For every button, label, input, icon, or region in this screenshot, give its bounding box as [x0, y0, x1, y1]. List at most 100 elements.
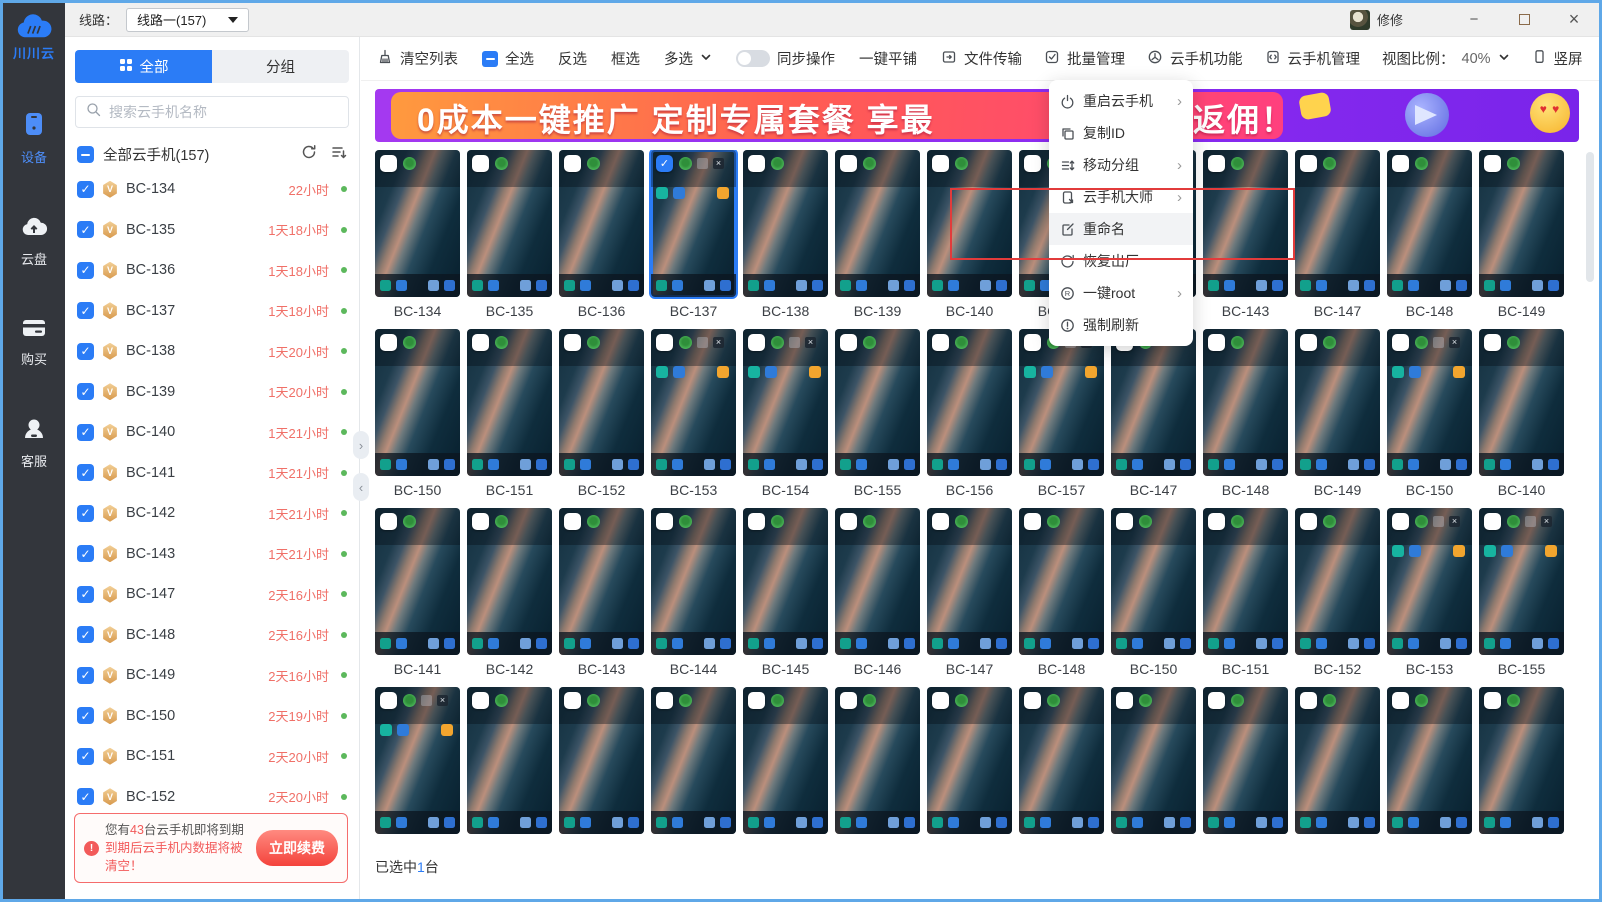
device-checkbox-checked[interactable]: ✓: [77, 505, 94, 522]
device-row-BC-139[interactable]: ✓VBC-1391天20小时: [77, 372, 347, 413]
phone-screen[interactable]: [1479, 150, 1564, 297]
card-checkbox[interactable]: [472, 334, 489, 351]
phone-card[interactable]: [559, 687, 644, 848]
sidebar-item-客服[interactable]: 客服: [20, 416, 48, 470]
phone-card-BC-148[interactable]: BC-148: [1387, 150, 1472, 320]
card-checkbox[interactable]: [1116, 513, 1133, 530]
device-row-BC-140[interactable]: ✓VBC-1401天21小时: [77, 412, 347, 453]
phone-screen[interactable]: [467, 150, 552, 297]
phone-card[interactable]: [1387, 687, 1472, 848]
phone-screen[interactable]: [1203, 150, 1288, 297]
card-checkbox[interactable]: [840, 155, 857, 172]
phone-screen[interactable]: [375, 329, 460, 476]
phone-card-BC-140[interactable]: BC-140: [927, 150, 1012, 320]
phone-screen[interactable]: [1111, 508, 1196, 655]
card-checkbox[interactable]: [1024, 692, 1041, 709]
phone-card[interactable]: [1019, 687, 1104, 848]
card-checkbox[interactable]: [1208, 155, 1225, 172]
phone-screen[interactable]: ×: [651, 329, 736, 476]
card-checkbox[interactable]: [1300, 334, 1317, 351]
phone-card[interactable]: [651, 687, 736, 848]
card-checkbox[interactable]: [472, 513, 489, 530]
card-checkbox[interactable]: [656, 513, 673, 530]
card-checkbox[interactable]: [932, 334, 949, 351]
phone-card-BC-151[interactable]: BC-151: [467, 329, 552, 499]
batch-manage-button[interactable]: 批量管理: [1044, 48, 1125, 69]
view-scale-dropdown[interactable]: 视图比例： 40%: [1382, 48, 1510, 69]
phone-card-BC-140[interactable]: BC-140: [1479, 329, 1564, 499]
card-checkbox[interactable]: [840, 692, 857, 709]
tab-all[interactable]: 全部: [75, 50, 212, 83]
close-button[interactable]: ×: [1549, 3, 1599, 37]
phone-screen[interactable]: ×: [743, 329, 828, 476]
phone-card-BC-142[interactable]: BC-142: [467, 508, 552, 678]
card-checkbox[interactable]: [564, 155, 581, 172]
device-checkbox-checked[interactable]: ✓: [77, 302, 94, 319]
card-checkbox[interactable]: [564, 513, 581, 530]
phone-card-BC-141[interactable]: BC-141: [375, 508, 460, 678]
phone-card[interactable]: ×: [375, 687, 460, 848]
phone-card[interactable]: [467, 687, 552, 848]
phone-card-BC-149[interactable]: BC-149: [1295, 329, 1380, 499]
device-row-BC-147[interactable]: ✓VBC-1472天16小时: [77, 574, 347, 615]
phone-card-BC-139[interactable]: BC-139: [835, 150, 920, 320]
menu-item-restart[interactable]: 重启云手机›: [1049, 85, 1193, 117]
phone-screen[interactable]: [835, 329, 920, 476]
phone-screen[interactable]: [1111, 329, 1196, 476]
device-row-BC-138[interactable]: ✓VBC-1381天20小时: [77, 331, 347, 372]
phone-card-BC-135[interactable]: BC-135: [467, 150, 552, 320]
maximize-button[interactable]: [1499, 3, 1549, 37]
phone-card-BC-154[interactable]: ×BC-154: [743, 329, 828, 499]
card-checkbox[interactable]: [1024, 155, 1041, 172]
select-all-button[interactable]: 全选: [482, 48, 534, 69]
phone-screen[interactable]: [651, 687, 736, 834]
clear-list-button[interactable]: 清空列表: [377, 48, 458, 69]
phone-card-BC-156[interactable]: BC-156: [927, 329, 1012, 499]
card-checkbox[interactable]: [380, 692, 397, 709]
menu-item-move-group[interactable]: 移动分组›: [1049, 149, 1193, 181]
portrait-mode-button[interactable]: 竖屏: [1532, 48, 1583, 69]
phone-card-BC-148[interactable]: BC-148: [1019, 508, 1104, 678]
card-checkbox[interactable]: [380, 513, 397, 530]
phone-screen[interactable]: [743, 508, 828, 655]
phone-screen[interactable]: ✓×: [651, 150, 736, 297]
promo-banner[interactable]: 0成本一键推广 定制专属套餐 享最 返佣！ ♥ ♥: [375, 89, 1579, 142]
tab-groups[interactable]: 分组: [212, 50, 349, 83]
device-checkbox-checked[interactable]: ✓: [77, 626, 94, 643]
phone-card-BC-150[interactable]: ×BC-150: [1387, 329, 1472, 499]
phone-screen[interactable]: [835, 687, 920, 834]
phone-card-BC-157[interactable]: ×BC-157: [1019, 329, 1104, 499]
card-checkbox[interactable]: [1024, 334, 1041, 351]
phone-screen[interactable]: [1295, 329, 1380, 476]
card-checkbox[interactable]: [1484, 334, 1501, 351]
phone-screen[interactable]: ×: [375, 687, 460, 834]
sidebar-item-云盘[interactable]: 云盘: [20, 214, 48, 268]
card-checkbox[interactable]: [380, 155, 397, 172]
phone-screen[interactable]: [1019, 687, 1104, 834]
device-checkbox-checked[interactable]: ✓: [77, 343, 94, 360]
phone-card[interactable]: [1295, 687, 1380, 848]
phone-card-BC-153[interactable]: ×BC-153: [1387, 508, 1472, 678]
device-checkbox-checked[interactable]: ✓: [77, 545, 94, 562]
sync-toggle[interactable]: [736, 50, 770, 67]
phone-screen[interactable]: [927, 508, 1012, 655]
phone-screen[interactable]: [1111, 687, 1196, 834]
tile-all-button[interactable]: 一键平铺: [859, 48, 917, 69]
phone-card-BC-137[interactable]: ✓×BC-137: [651, 150, 736, 320]
phone-card-BC-155[interactable]: BC-155: [835, 329, 920, 499]
phone-screen[interactable]: [743, 150, 828, 297]
phone-screen[interactable]: [467, 329, 552, 476]
device-checkbox-checked[interactable]: ✓: [77, 424, 94, 441]
phone-card-BC-155[interactable]: ×BC-155: [1479, 508, 1564, 678]
card-checkbox[interactable]: [748, 334, 765, 351]
phone-screen[interactable]: [1203, 508, 1288, 655]
card-checkbox[interactable]: [472, 692, 489, 709]
device-row-BC-137[interactable]: ✓VBC-1371天18小时: [77, 291, 347, 332]
device-checkbox-checked[interactable]: ✓: [77, 667, 94, 684]
phone-screen[interactable]: [559, 508, 644, 655]
card-checkbox[interactable]: [840, 334, 857, 351]
card-checkbox[interactable]: [840, 513, 857, 530]
menu-item-rename[interactable]: 重命名: [1049, 213, 1193, 245]
card-checkbox[interactable]: [1300, 692, 1317, 709]
phone-screen[interactable]: [375, 508, 460, 655]
